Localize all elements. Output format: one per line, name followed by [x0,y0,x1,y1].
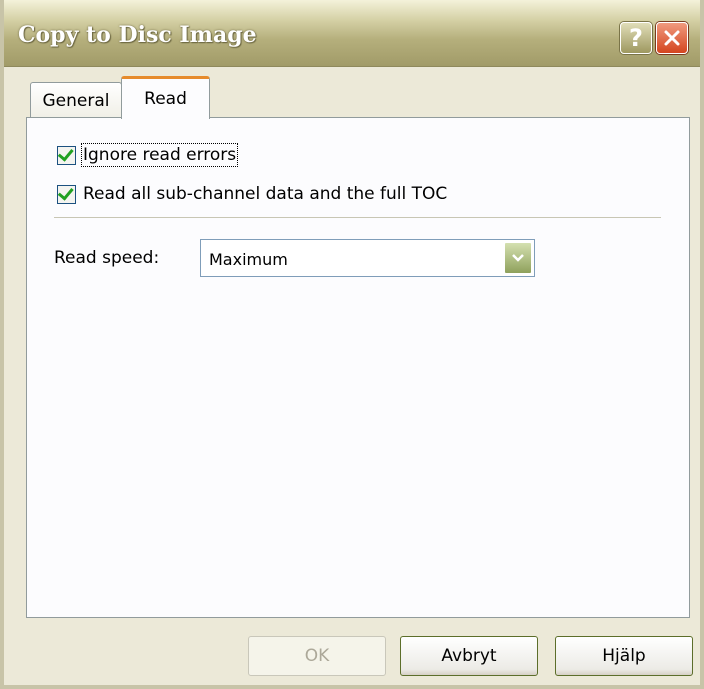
help-title-button[interactable]: ? [620,22,652,54]
dropdown-button[interactable] [504,242,532,274]
ignore-read-errors-checkbox[interactable]: Ignore read errors [57,143,239,167]
tab-general-label: General [42,90,110,111]
dialog-window: Copy to Disc Image ? General Read Ignore… [0,0,704,689]
read-tab-panel: Ignore read errors Read all sub-channel … [26,117,690,618]
read-subchannel-checkbox[interactable]: Read all sub-channel data and the full T… [57,183,448,204]
read-speed-select[interactable]: Maximum [200,239,535,277]
close-button[interactable] [656,22,688,54]
help-button[interactable]: Hjälp [555,636,693,676]
ok-button[interactable]: OK [248,636,386,676]
title-bar[interactable]: Copy to Disc Image ? [4,0,700,67]
separator [54,217,661,218]
ignore-read-errors-label: Ignore read errors [80,143,239,167]
window-title: Copy to Disc Image [18,22,257,48]
tab-general[interactable]: General [30,82,122,118]
checkmark-icon [57,144,74,162]
read-speed-label: Read speed: [54,248,160,268]
close-icon [664,30,680,46]
checkbox-box[interactable] [57,183,76,204]
cancel-button[interactable]: Avbryt [400,636,538,676]
chevron-down-icon [512,254,524,262]
tab-read-label: Read [144,89,187,109]
checkbox-box[interactable] [57,144,76,165]
tab-read[interactable]: Read [121,76,210,119]
question-mark-icon: ? [629,24,643,52]
read-subchannel-label: Read all sub-channel data and the full T… [83,184,448,204]
read-speed-value: Maximum [209,250,288,269]
checkmark-icon [57,183,74,201]
